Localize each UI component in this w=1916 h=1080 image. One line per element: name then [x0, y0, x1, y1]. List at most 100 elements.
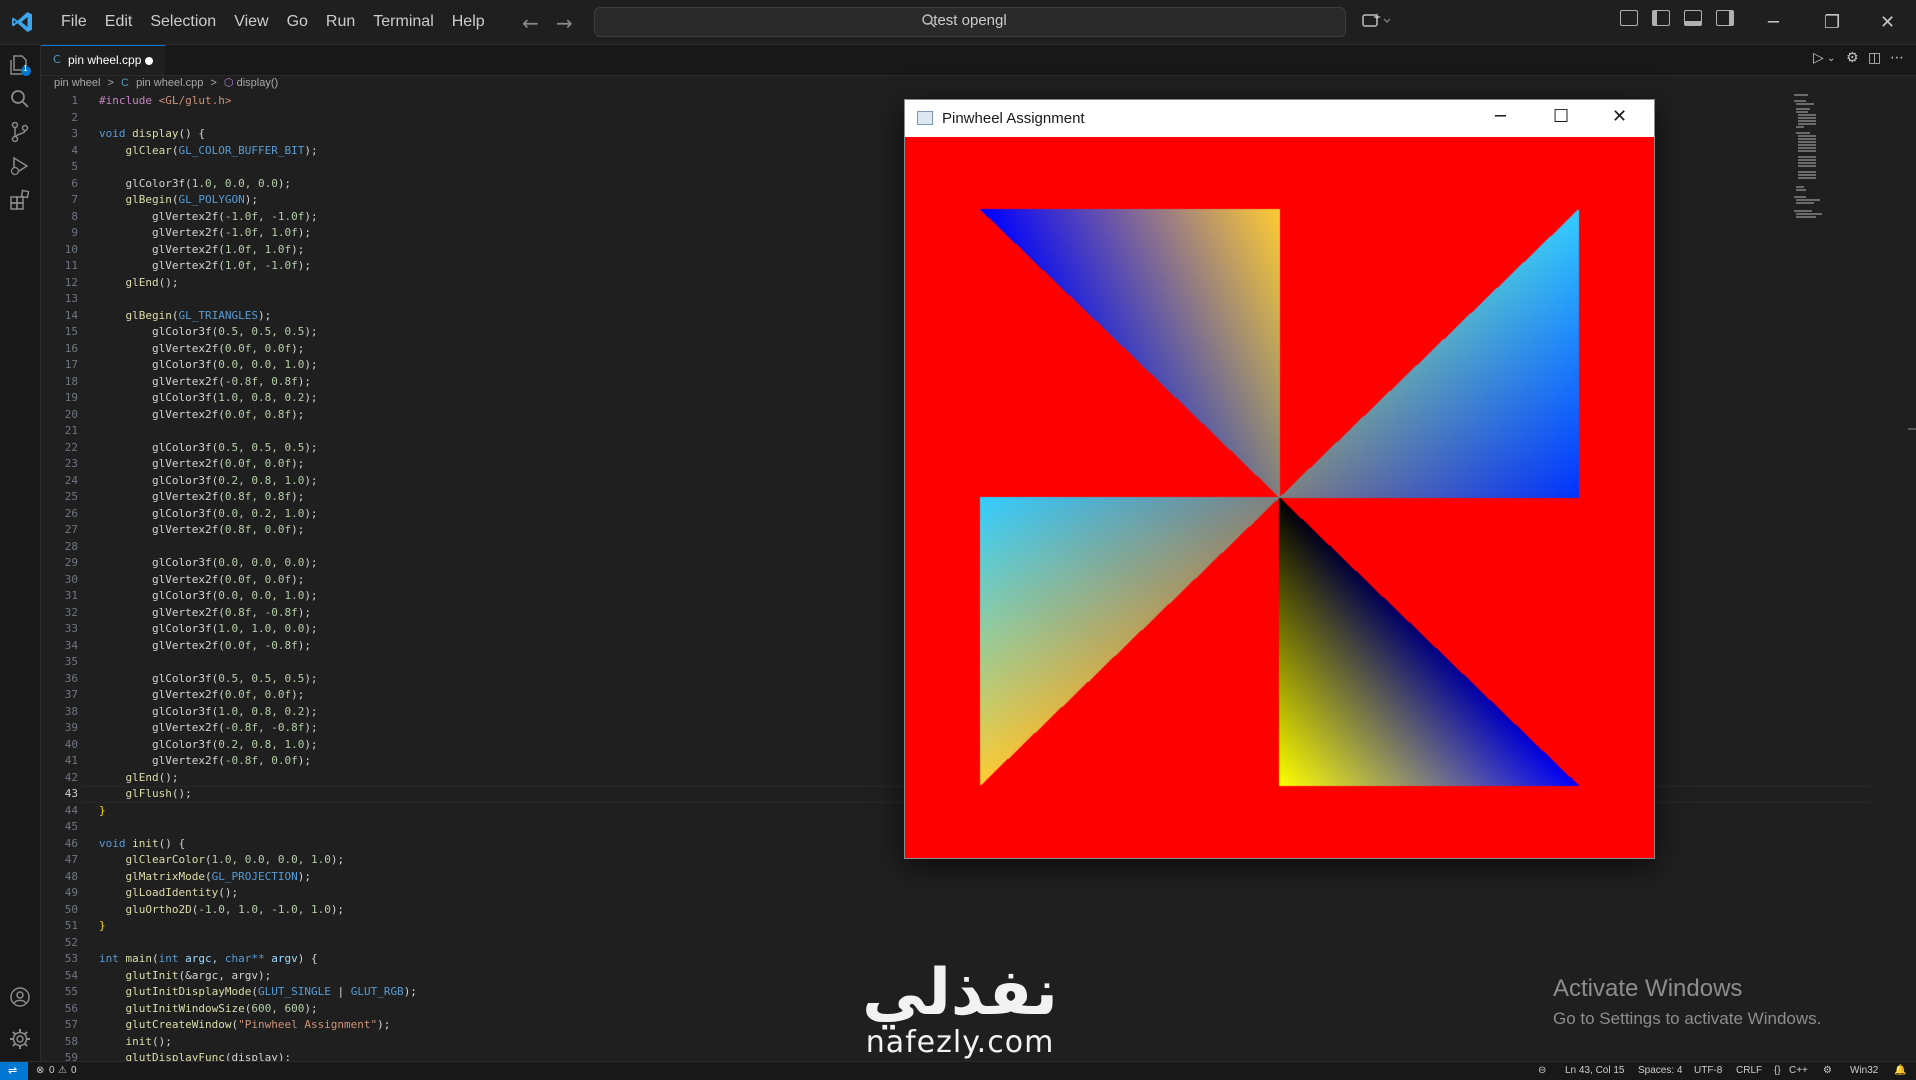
vscode-logo-icon — [12, 12, 32, 32]
code-line[interactable]: 49 glLoadIdentity(); — [41, 885, 1871, 902]
maximize-icon[interactable]: ☐ — [1553, 106, 1569, 127]
breadcrumb-file[interactable]: pin wheel.cpp — [136, 77, 203, 89]
code-token: (display); — [224, 1051, 292, 1061]
minimize-icon[interactable]: ─ — [1768, 12, 1779, 33]
settings-gear-icon[interactable]: ⚙ — [1846, 50, 1859, 66]
menu-terminal[interactable]: Terminal — [364, 13, 442, 31]
code-token: glColor3f( — [99, 325, 219, 338]
errors-count[interactable]: 0 — [49, 1065, 55, 1076]
code-token: 0.5, 0.5, 0.5 — [218, 671, 305, 685]
customize-layout-icon[interactable] — [1620, 10, 1638, 26]
encoding[interactable]: UTF-8 — [1694, 1065, 1722, 1076]
code-token: ); — [297, 259, 311, 272]
close-icon[interactable]: ✕ — [1880, 12, 1895, 33]
warnings-count[interactable]: 0 — [71, 1065, 77, 1076]
nafezly-arabic-text: نفذلي — [862, 956, 1058, 1030]
command-center-search[interactable]: test opengl — [594, 7, 1346, 37]
code-line[interactable]: 51} — [41, 918, 1871, 935]
source-control-icon[interactable] — [8, 120, 32, 144]
errors-icon[interactable]: ⊗ — [36, 1065, 44, 1076]
code-token: ); — [291, 407, 305, 421]
forward-arrow-icon[interactable]: → — [556, 11, 573, 35]
run-debug-icon[interactable] — [8, 154, 32, 178]
code-token: ); — [304, 1001, 318, 1015]
warnings-icon[interactable]: ⚠ — [58, 1065, 67, 1076]
menu-help[interactable]: Help — [443, 13, 494, 31]
remote-indicator[interactable]: ⇌ — [0, 1062, 28, 1080]
line-number: 56 — [64, 1001, 78, 1015]
extensions-icon[interactable] — [8, 188, 32, 212]
back-arrow-icon[interactable]: ← — [522, 11, 539, 35]
cursor-position[interactable]: Ln 43, Col 15 — [1565, 1065, 1625, 1076]
code-token: glutInitWindowSize — [125, 1001, 245, 1015]
minimize-icon[interactable]: ─ — [1495, 106, 1506, 127]
code-token: -0.8f, 0.0f — [224, 754, 298, 767]
code-token: ); — [304, 325, 318, 338]
run-file-icon[interactable]: ▷ — [1813, 50, 1824, 66]
copilot-sparkle-icon[interactable] — [1361, 11, 1391, 31]
code-token: ); — [304, 209, 318, 223]
code-line[interactable]: 50 gluOrtho2D(-1.0, 1.0, -1.0, 1.0); — [41, 902, 1871, 919]
menu-selection[interactable]: Selection — [141, 13, 225, 31]
run-dropdown-chevron-icon[interactable]: ⌄ — [1827, 53, 1835, 64]
restore-icon[interactable]: ❐ — [1824, 12, 1840, 33]
platform-config[interactable]: Win32 — [1850, 1065, 1878, 1076]
code-text: glutInitWindowSize(600, 600); — [99, 1001, 318, 1018]
unsaved-dot-icon[interactable] — [145, 57, 153, 65]
code-text: glVertex2f(0.0f, 0.0f); — [99, 341, 304, 358]
breadcrumb-symbol[interactable]: display() — [237, 77, 279, 89]
menu-edit[interactable]: Edit — [96, 13, 142, 31]
opengl-canvas[interactable] — [905, 137, 1654, 858]
search-icon[interactable] — [8, 87, 32, 111]
code-line[interactable]: 52 — [41, 935, 1871, 952]
code-token: int — [158, 952, 186, 965]
line-ending[interactable]: CRLF — [1736, 1065, 1762, 1076]
code-text: void init() { — [99, 836, 185, 853]
line-number: 45 — [64, 820, 78, 833]
gear-icon[interactable] — [8, 1027, 32, 1051]
code-text: glColor3f(0.0, 0.2, 1.0); — [99, 506, 318, 523]
pinwheel-window-titlebar[interactable]: Pinwheel Assignment ─ ☐ ✕ — [905, 100, 1654, 137]
code-text: glutCreateWindow("Pinwheel Assignment"); — [99, 1017, 391, 1034]
code-text: glVertex2f(-1.0f, 1.0f); — [99, 225, 311, 242]
line-number: 33 — [64, 622, 78, 635]
line-number: 16 — [64, 341, 78, 355]
code-text: glVertex2f(1.0f, 1.0f); — [99, 242, 304, 259]
split-editor-icon[interactable]: ◫ — [1868, 50, 1881, 66]
zoom-icon[interactable]: ⊖ — [1538, 1065, 1546, 1076]
accounts-icon[interactable] — [8, 985, 32, 1009]
code-token: glColor3f( — [99, 176, 192, 190]
more-actions-icon[interactable]: ⋯ — [1890, 50, 1904, 66]
minimap[interactable] — [1792, 92, 1842, 222]
indentation[interactable]: Spaces: 4 — [1638, 1065, 1682, 1076]
code-line[interactable]: 48 glMatrixMode(GL_PROJECTION); — [41, 869, 1871, 886]
config-icon: ⚙ — [1823, 1065, 1832, 1076]
breadcrumb-folder[interactable]: pin wheel — [54, 77, 100, 89]
line-number: 58 — [64, 1034, 78, 1048]
close-icon[interactable]: ✕ — [1612, 106, 1627, 127]
pinwheel-window[interactable]: Pinwheel Assignment ─ ☐ ✕ — [904, 99, 1655, 859]
scrollbar-marker[interactable] — [1908, 428, 1916, 430]
menu-run[interactable]: Run — [317, 13, 364, 31]
code-token: (); — [158, 770, 179, 784]
menu-go[interactable]: Go — [278, 13, 317, 31]
line-number: 51 — [64, 919, 78, 932]
code-token: <GL/glut.h> — [158, 94, 232, 107]
explorer-icon[interactable] — [8, 53, 32, 77]
toggle-secondary-sidebar-icon[interactable] — [1716, 10, 1734, 26]
menu-file[interactable]: File — [52, 13, 96, 31]
code-token: GLUT_SINGLE — [257, 985, 331, 998]
menu-view[interactable]: View — [225, 13, 277, 31]
language-mode[interactable]: C++ — [1789, 1065, 1808, 1076]
toggle-panel-icon[interactable] — [1684, 10, 1702, 26]
toggle-primary-sidebar-icon[interactable] — [1652, 10, 1670, 26]
notifications-bell-icon[interactable]: 🔔 — [1894, 1065, 1906, 1076]
tab-pin-wheel-cpp[interactable]: C pin wheel.cpp — [41, 45, 165, 75]
